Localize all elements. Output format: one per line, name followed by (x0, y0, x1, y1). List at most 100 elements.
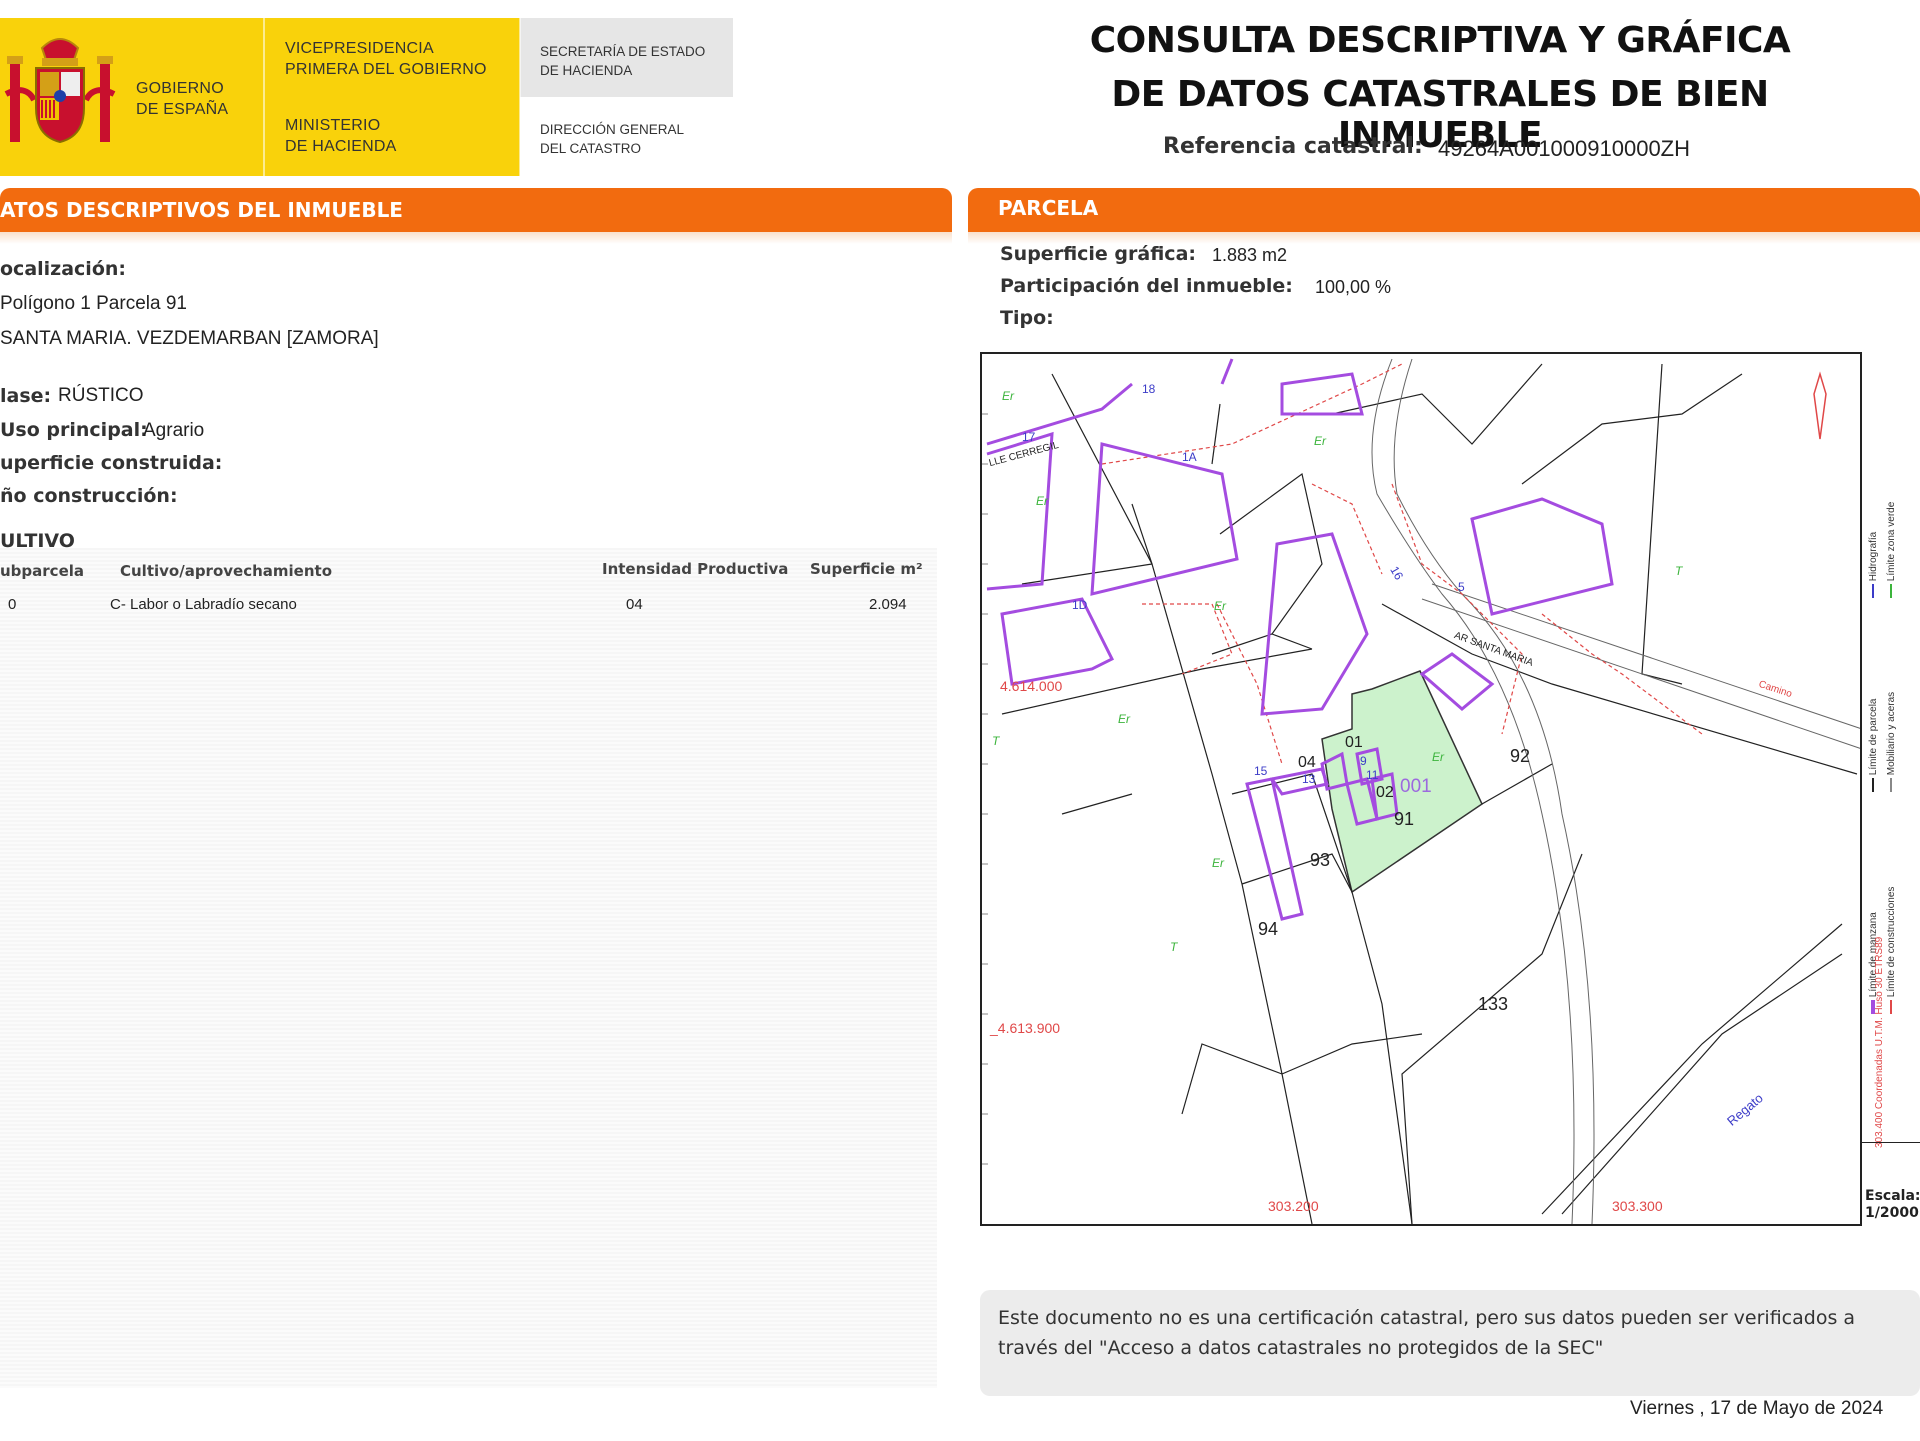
ref-catastral-value: 49264A001000910000ZH (1438, 136, 1691, 161)
gobierno-espana-text: GOBIERNO DE ESPAÑA (136, 78, 228, 120)
map-label-t: T (1170, 940, 1178, 954)
map-label-t: T (992, 734, 1000, 748)
gov-line2: DE ESPAÑA (136, 101, 229, 118)
ministerio-text: MINISTERIO DE HACIENDA (285, 115, 397, 157)
legend-divider (1862, 1142, 1920, 1143)
anio-construccion-label: ño construcción: (0, 485, 178, 507)
localizacion-line1: Polígono 1 Parcela 91 (0, 293, 187, 314)
vicepresidencia-text: VICEPRESIDENCIA PRIMERA DEL GOBIERNO (285, 38, 487, 80)
map-label-91: 91 (1394, 809, 1415, 829)
superficie-grafica-value: 1.883 m2 (1212, 245, 1288, 265)
localizacion-line2: SANTA MARIA. VEZDEMARBAN [ZAMORA] (0, 328, 379, 349)
coat-of-arms-icon (4, 38, 116, 144)
north-arrow-icon (1813, 371, 1827, 440)
map-label-11: 11 (1366, 768, 1379, 782)
section-header-descriptivos: ATOS DESCRIPTIVOS DEL INMUEBLE (0, 188, 952, 232)
dg-line2: DEL CATASTRO (540, 141, 642, 156)
map-label-133: 133 (1478, 994, 1509, 1014)
secretaria-text: SECRETARÍA DE ESTADO DE HACIENDA (540, 42, 705, 80)
legend-row-mobiliario: Mobiliario y aceras (1886, 572, 1897, 792)
map-label-17: 17 (1022, 430, 1036, 444)
map-label-01: 01 (1345, 734, 1363, 751)
th-cultivo: Cultivo/aprovechamiento (120, 562, 333, 580)
map-label-94: 94 (1258, 919, 1279, 939)
coord-y-4613900: _4.613.900 (990, 1020, 1061, 1036)
header-divider (263, 18, 265, 176)
coord-x-303200: 303.200 (1268, 1198, 1319, 1214)
legend-limite-construcciones: Límite de construcciones (1886, 886, 1897, 998)
cultivo-table-body (0, 548, 937, 1388)
footer-date: Viernes , 17 de Mayo de 2024 (1630, 1398, 1884, 1419)
map-label-92: 92 (1510, 746, 1531, 766)
disclaimer-line2: través del "Acceso a datos catastrales n… (998, 1337, 1604, 1359)
td-subparcela: 0 (8, 596, 17, 613)
cadastral-map-drawing (982, 358, 1863, 1224)
vp-line1: VICEPRESIDENCIA (285, 40, 434, 57)
map-label-15: 15 (1254, 764, 1268, 778)
map-label-t: T (1675, 564, 1683, 578)
map-label-1a: 1A (1182, 450, 1197, 464)
map-legend: Hidrografía Límite zona verde Límite de … (1860, 352, 1920, 1226)
map-label-er: Er (1212, 856, 1224, 870)
map-label-13: 13 (1302, 772, 1316, 786)
map-label-02: 02 (1376, 784, 1394, 801)
section-shadow (0, 232, 952, 244)
section-header-parcela: PARCELA (968, 188, 1920, 232)
coord-x-303300: 303.300 (1612, 1198, 1663, 1214)
min-line2: DE HACIENDA (285, 138, 397, 155)
map-label-er: Er (1432, 750, 1444, 764)
map-label-04: 04 (1298, 754, 1316, 771)
td-superficie: 2.094 (869, 596, 907, 613)
legend-coordinates-note: 303.400 Coordenadas U.T.M. Huso 30 ETRS8… (1874, 936, 1885, 1148)
header-divider (519, 18, 521, 176)
legend-top: Hidrografía Límite zona verde (1866, 358, 1918, 608)
legend-limite-parcela: Límite de parcela (1868, 698, 1879, 776)
participacion-value: 100,00 % (1315, 277, 1392, 297)
min-line1: MINISTERIO (285, 117, 381, 134)
legend-row-parcela: Límite de parcela (1868, 572, 1879, 792)
scale-label: Escala: (1865, 1188, 1920, 1204)
participacion-label: Participación del inmueble: (1000, 275, 1293, 297)
td-cultivo: C- Labor o Labradío secano (110, 596, 297, 613)
legend-row-construcciones: Límite de construcciones (1886, 814, 1897, 1014)
cadastral-map[interactable]: 91 92 93 94 133 001 01 02 04 9 11 13 15 … (980, 352, 1920, 1226)
map-label-93: 93 (1310, 850, 1331, 870)
th-intensidad: Intensidad Productiva (602, 560, 789, 578)
map-label-er: Er (1118, 712, 1130, 726)
scale-value: 1/2000 (1865, 1205, 1919, 1221)
tipo-label: Tipo: (1000, 307, 1054, 329)
section-title-parcela: PARCELA (998, 196, 1099, 220)
th-subparcela: ubparcela (0, 562, 85, 580)
localizacion-label: ocalización: (0, 258, 126, 280)
map-label-1d: 1D (1072, 598, 1088, 612)
legend-zona-verde: Límite zona verde (1886, 501, 1897, 582)
map-label-5: 5 (1458, 580, 1465, 594)
legend-mobiliario: Mobiliario y aceras (1886, 691, 1897, 776)
map-label-er: Er (1214, 599, 1226, 613)
vp-line2: PRIMERA DEL GOBIERNO (285, 61, 487, 78)
gov-line1: GOBIERNO (136, 80, 224, 97)
ref-catastral-label: Referencia catastral: (1163, 134, 1423, 159)
clase-label: lase: (0, 385, 52, 407)
uso-value: Agrario (143, 420, 205, 441)
map-label-18: 18 (1142, 382, 1156, 396)
map-label-er: Er (1314, 434, 1326, 448)
sec-line2: DE HACIENDA (540, 63, 633, 78)
page-title-line1: CONSULTA DESCRIPTIVA Y GRÁFICA (1089, 20, 1791, 61)
superficie-grafica-label: Superficie gráfica: (1000, 243, 1196, 265)
map-label-er: Er (1036, 494, 1048, 508)
uso-label: Uso principal: (0, 419, 148, 441)
section-title-descriptivos: ATOS DESCRIPTIVOS DEL INMUEBLE (0, 198, 403, 222)
coord-y-4614000: 4.614.000 (1000, 678, 1063, 694)
map-label-001: 001 (1400, 776, 1432, 797)
sec-line1: SECRETARÍA DE ESTADO (540, 44, 706, 59)
th-superficie: Superficie m² (810, 560, 923, 578)
td-intensidad: 04 (626, 596, 643, 613)
superficie-construida-label: uperficie construida: (0, 452, 223, 474)
map-label-9: 9 (1360, 754, 1367, 768)
disclaimer-line1: Este documento no es una certificación c… (998, 1307, 1856, 1329)
direccion-text: DIRECCIÓN GENERAL DEL CATASTRO (540, 120, 684, 158)
map-label-er: Er (1002, 389, 1014, 403)
clase-value: RÚSTICO (58, 385, 144, 406)
dg-line1: DIRECCIÓN GENERAL (540, 122, 685, 137)
